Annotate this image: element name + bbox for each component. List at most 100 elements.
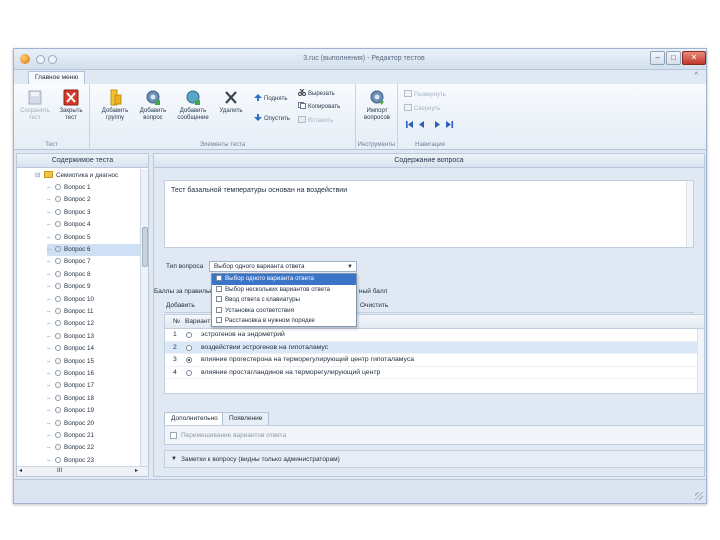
notes-panel[interactable]: ▼ Заметки к вопросу (видны только админи… bbox=[164, 450, 704, 468]
add-message-button[interactable]: Добавить сообщение bbox=[174, 89, 212, 122]
tree-item-question[interactable]: – Вопрос 21 bbox=[47, 430, 141, 442]
folder-icon bbox=[44, 171, 53, 178]
tree-item-question[interactable]: – Вопрос 1 bbox=[47, 182, 141, 194]
resize-grip-icon[interactable] bbox=[695, 492, 703, 500]
answer-text: воздействии эстрогенов на гипоталамус bbox=[201, 343, 329, 351]
answers-grid-scrollbar[interactable] bbox=[697, 329, 704, 393]
correct-answer-radio[interactable] bbox=[186, 344, 192, 351]
save-test-button[interactable]: Сохранить тест bbox=[16, 89, 54, 122]
answer-row[interactable]: 1 эстрогенов на эндометрий bbox=[165, 329, 704, 342]
ribbon-group-navigation: Развернуть Свернуть Навигация bbox=[398, 84, 462, 150]
shuffle-answers-checkbox[interactable] bbox=[170, 432, 177, 439]
quick-access-forward-icon[interactable] bbox=[48, 55, 57, 64]
question-node-icon bbox=[55, 419, 61, 426]
tree-hscroll-thumb[interactable]: III bbox=[57, 467, 62, 476]
add-question-button[interactable]: Добавить вопрос bbox=[134, 89, 172, 122]
tree-connector-icon: – bbox=[47, 208, 51, 216]
notes-expand-icon[interactable]: ▼ bbox=[171, 456, 177, 462]
close-window-button[interactable]: ✕ bbox=[682, 51, 706, 65]
tree-item-question[interactable]: – Вопрос 3 bbox=[47, 207, 141, 219]
delete-button[interactable]: Удалить bbox=[212, 89, 250, 115]
tab-additional[interactable]: Дополнительно bbox=[164, 412, 225, 425]
tree-item-question[interactable]: – Вопрос 16 bbox=[47, 368, 141, 380]
tree-connector-icon: – bbox=[47, 370, 51, 377]
correct-answer-radio[interactable] bbox=[186, 369, 192, 376]
tree-item-question[interactable]: – Вопрос 12 bbox=[47, 318, 141, 330]
tree-item-question[interactable]: – Вопрос 2 bbox=[47, 194, 141, 206]
clear-answers-button[interactable]: Очистить bbox=[360, 302, 388, 309]
answer-row[interactable]: 4 влияние простагландинов на терморегулир… bbox=[165, 367, 704, 380]
tree-item-question[interactable]: – Вопрос 14 bbox=[47, 343, 141, 355]
maximize-button[interactable]: □ bbox=[666, 51, 681, 65]
question-type-option[interactable]: Выбор одного варианта ответа bbox=[212, 274, 356, 285]
question-node-icon bbox=[55, 270, 61, 277]
correct-answer-radio[interactable] bbox=[186, 332, 192, 338]
tree-item-question[interactable]: – Вопрос 13 bbox=[47, 331, 141, 343]
collapse-button[interactable]: Свернуть bbox=[404, 104, 440, 114]
question-type-option[interactable]: Ввод ответа с клавиатуры bbox=[212, 295, 356, 306]
tree-scroll-thumb[interactable] bbox=[142, 227, 148, 267]
answer-row[interactable]: 3 влияние прогестерона на терморегулирующ… bbox=[165, 354, 704, 367]
tree-item-question[interactable]: – Вопрос 23 bbox=[47, 455, 141, 467]
tab-appearance[interactable]: Появление bbox=[222, 412, 270, 425]
tree-item-question[interactable]: – Вопрос 17 bbox=[47, 380, 141, 392]
tree-item-question[interactable]: – Вопрос 5 bbox=[47, 232, 141, 244]
minimize-button[interactable]: – bbox=[650, 51, 665, 65]
question-type-option[interactable]: Установка соответствия bbox=[212, 306, 356, 317]
last-icon[interactable] bbox=[446, 121, 454, 128]
tree-item-question[interactable]: – Вопрос 11 bbox=[47, 306, 141, 318]
tree-horizontal-scrollbar[interactable]: ◂ III ▸ bbox=[17, 466, 148, 476]
correct-answer-radio[interactable] bbox=[186, 357, 192, 364]
add-answer-button[interactable]: Добавить bbox=[166, 302, 195, 309]
quick-access-back-icon[interactable] bbox=[36, 55, 45, 64]
add-group-button[interactable]: Добавить группу bbox=[96, 89, 134, 122]
import-icon bbox=[370, 90, 384, 105]
move-up-button[interactable]: Поднять bbox=[254, 94, 287, 104]
column-header-number[interactable]: № bbox=[173, 315, 180, 329]
tree-item-question[interactable]: – Вопрос 6 bbox=[47, 244, 141, 256]
column-header-variant[interactable]: Вариант bbox=[185, 315, 210, 329]
tree-vertical-scrollbar[interactable] bbox=[140, 169, 148, 466]
tree-connector-icon: – bbox=[47, 407, 51, 415]
scroll-left-icon[interactable]: ◂ bbox=[19, 467, 22, 476]
scroll-right-icon[interactable]: ▸ bbox=[135, 467, 138, 476]
import-questions-button[interactable]: Импорт вопросов bbox=[358, 89, 396, 122]
tree-item-question[interactable]: – Вопрос 9 bbox=[47, 281, 141, 293]
prev-icon[interactable] bbox=[419, 121, 424, 128]
chevron-down-icon[interactable]: ▼ bbox=[347, 262, 353, 272]
question-text-editor[interactable]: Тест базальной температуры основан на во… bbox=[164, 180, 694, 248]
tree-item-question[interactable]: – Вопрос 19 bbox=[47, 405, 141, 417]
answer-row[interactable]: 2 воздействии эстрогенов на гипоталамус bbox=[165, 341, 704, 355]
question-type-option[interactable]: Расстановка в нужном порядке bbox=[212, 316, 356, 327]
question-type-option[interactable]: Выбор нескольких вариантов ответа bbox=[212, 285, 356, 296]
ribbon-collapse-icon[interactable]: ^ bbox=[695, 72, 698, 79]
tree-item-question[interactable]: – Вопрос 15 bbox=[47, 356, 141, 368]
add-message-icon bbox=[186, 90, 200, 105]
save-icon bbox=[28, 90, 42, 105]
close-test-button[interactable]: Закрыть тест bbox=[52, 89, 90, 122]
tree-item-question[interactable]: – Вопрос 22 bbox=[47, 442, 141, 454]
question-contents-pane: Содержание вопроса Тест базальной темпер… bbox=[153, 153, 705, 477]
copy-button[interactable]: Копировать bbox=[298, 102, 340, 112]
expand-button[interactable]: Развернуть bbox=[404, 90, 446, 100]
paste-button[interactable]: Вставить bbox=[298, 116, 333, 126]
question-text-scrollbar[interactable] bbox=[686, 181, 693, 247]
cut-button[interactable]: Вырезать bbox=[298, 89, 335, 99]
ribbon-tab-main[interactable]: Главное меню bbox=[28, 71, 86, 84]
move-down-button[interactable]: Опустить bbox=[254, 114, 290, 124]
question-node-icon bbox=[55, 295, 61, 302]
question-type-select[interactable]: Выбор одного варианта ответа ▼ bbox=[209, 261, 357, 272]
collapse-node-icon[interactable]: ⊟ bbox=[35, 170, 42, 182]
question-type-value: Выбор одного варианта ответа bbox=[214, 263, 305, 270]
tree-item-question[interactable]: – Вопрос 18 bbox=[47, 393, 141, 405]
tree-item-question[interactable]: – Вопрос 7 bbox=[47, 256, 141, 268]
next-icon[interactable] bbox=[435, 121, 440, 128]
tree-connector-icon: – bbox=[47, 357, 51, 365]
tree-root-item[interactable]: ⊟ Семиотика и диагнос bbox=[35, 170, 118, 182]
add-question-icon bbox=[146, 90, 160, 105]
tree-item-question[interactable]: – Вопрос 4 bbox=[47, 219, 141, 231]
tree-item-question[interactable]: – Вопрос 8 bbox=[47, 269, 141, 281]
tree-item-question[interactable]: – Вопрос 10 bbox=[47, 294, 141, 306]
tree-item-question[interactable]: – Вопрос 20 bbox=[47, 418, 141, 430]
first-icon[interactable] bbox=[406, 121, 413, 128]
